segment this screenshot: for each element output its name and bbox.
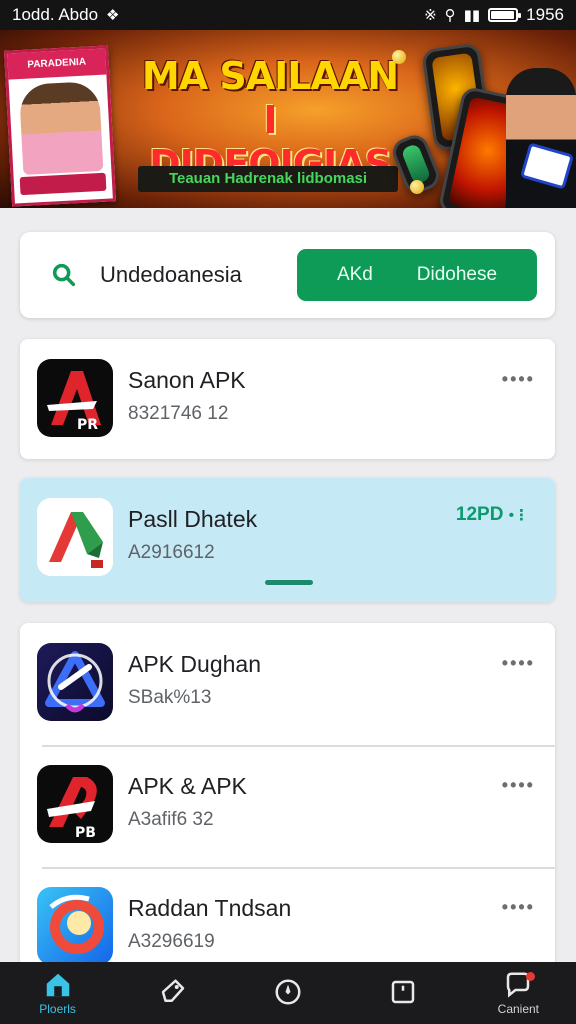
app-size: A3296619	[128, 931, 215, 952]
app-size: A2916612	[128, 542, 215, 563]
drag-handle[interactable]	[265, 580, 313, 585]
battery-level	[491, 11, 514, 19]
search-input[interactable]: Undedoanesia	[100, 262, 242, 288]
bluetooth-icon: ※	[424, 7, 437, 24]
list-item[interactable]: PR Sanon APK 8321746 12 ••••	[20, 339, 555, 461]
status-bar: 1odd. Abdo ❖ ※ ⚲ ▮▮ 1956	[0, 0, 576, 30]
svg-text:PB: PB	[75, 825, 96, 841]
search-action-button[interactable]: AKd Didohese	[297, 249, 537, 301]
red-a-icon: PR	[37, 359, 113, 437]
list-item[interactable]: Pasll Dhatek A2916612 12PD •⋮	[20, 478, 555, 600]
status-left: 1odd. Abdo ❖	[12, 5, 119, 25]
notification-icon: ❖	[106, 7, 120, 24]
app-badge[interactable]: 12PD •⋮	[456, 504, 529, 526]
search-button-left-label: AKd	[336, 264, 373, 285]
banner-officer-image	[506, 68, 576, 208]
green-red-arrow-icon	[37, 498, 113, 576]
nav-compass[interactable]	[240, 962, 336, 1024]
nav-label: Ploerls	[39, 1002, 76, 1016]
search-icon[interactable]	[50, 261, 78, 289]
list-item[interactable]: APK Dughan SBak%13 ••••	[20, 623, 555, 745]
poster-top-text: PARADENIA	[7, 48, 107, 80]
overflow-icon: •⋮	[508, 507, 529, 524]
banner-poster: PARADENIA	[3, 45, 117, 207]
app-name: Pasll Dhatek	[128, 506, 258, 532]
more-options-icon[interactable]: ••••	[502, 897, 535, 918]
more-options-icon[interactable]: ••••	[502, 775, 535, 796]
coin-icon	[392, 50, 406, 64]
app-size: 8321746 12	[128, 403, 229, 424]
coin-icon	[410, 180, 424, 194]
app-size: A3afif6 32	[128, 809, 214, 830]
status-right: ※ ⚲ ▮▮ 1956	[424, 5, 564, 25]
list-item[interactable]: PB APK & APK A3afif6 32 ••••	[20, 745, 555, 867]
nav-square[interactable]	[355, 962, 451, 1024]
nav-tag[interactable]	[125, 962, 221, 1024]
app-size: SBak%13	[128, 687, 212, 708]
wifi-icon: ⚲	[444, 7, 456, 24]
app-name: Raddan Tndsan	[128, 895, 292, 921]
svg-text:PR: PR	[77, 417, 98, 433]
app-badge-text: 12PD	[455, 504, 504, 525]
red-a-icon: PB	[37, 765, 113, 843]
nav-content[interactable]: Canient	[470, 962, 566, 1024]
app-name: APK & APK	[128, 773, 247, 799]
signal-icon: ▮▮	[463, 7, 481, 24]
compass-icon	[275, 979, 301, 1005]
search-button-right-label: Didohese	[416, 264, 498, 285]
app-card[interactable]: PR Sanon APK 8321746 12 ••••	[20, 339, 555, 459]
more-options-icon[interactable]: ••••	[502, 369, 535, 390]
banner-subtitle: Teauan Hadrenak lidbomasi	[138, 166, 398, 192]
search-card: Undedoanesia AKd Didohese	[20, 232, 555, 318]
home-icon	[46, 973, 69, 997]
battery-icon	[488, 8, 522, 22]
blue-triangle-icon	[37, 643, 113, 721]
blue-swirl-icon	[37, 887, 113, 965]
poster-person-image	[18, 80, 104, 175]
bottom-navigation: Ploerls Canient	[0, 962, 576, 1024]
notification-dot	[526, 972, 536, 981]
banner-title-line1: MA SAILAAN	[141, 54, 399, 98]
promo-banner[interactable]: PARADENIA MA SAILAAN I DIDEOIGIAS Teauan…	[0, 30, 576, 208]
app-card-group: APK Dughan SBak%13 •••• PB APK & APK A3a…	[20, 623, 555, 968]
nav-home[interactable]: Ploerls	[10, 962, 106, 1024]
poster-bottom-strip	[19, 172, 107, 196]
status-carrier-text: 1odd. Abdo	[12, 5, 99, 24]
more-options-icon[interactable]: ••••	[502, 653, 535, 674]
status-time: 1956	[526, 5, 564, 24]
app-name: Sanon APK	[128, 367, 246, 393]
nav-label: Canient	[497, 1002, 540, 1016]
square-icon	[391, 980, 415, 1004]
app-card-highlighted[interactable]: Pasll Dhatek A2916612 12PD •⋮	[20, 478, 555, 602]
tag-icon	[161, 979, 185, 1002]
app-name: APK Dughan	[128, 651, 261, 677]
